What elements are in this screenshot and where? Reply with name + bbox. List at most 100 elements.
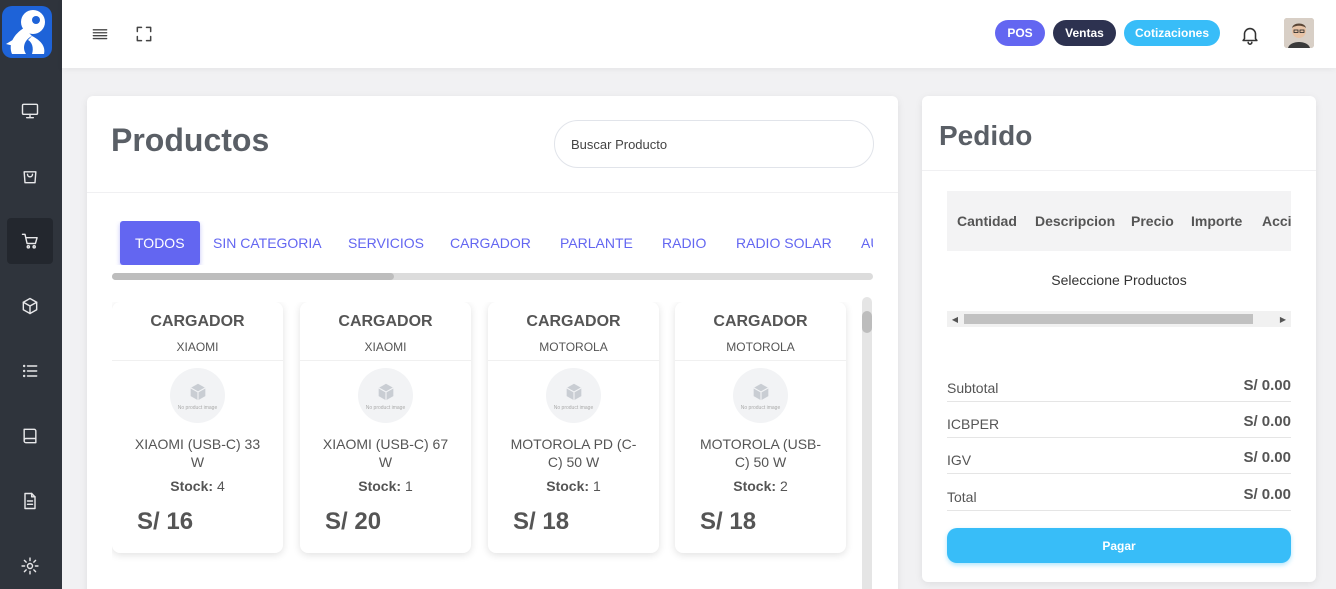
product-stock: Stock: 1 [300,478,471,494]
product-image-placeholder: No product image [170,368,225,423]
stock-label: Stock: [358,478,402,494]
divider [112,360,283,361]
product-grid-scrollbar-thumb[interactable] [862,311,872,333]
products-title: Productos [111,122,270,158]
icbper-row: ICBPER S/ 0.00 [947,402,1291,438]
stock-label: Stock: [546,478,590,494]
product-card[interactable]: CARGADOR MOTOROLA No product image MOTOR… [675,302,846,553]
product-card[interactable]: CARGADOR XIAOMI No product image XIAOMI … [300,302,471,553]
tab-cargador[interactable]: CARGADOR [450,221,531,265]
column-importe: Importe [1191,213,1243,229]
top-bar: POS Ventas Cotizaciones [62,0,1336,68]
product-price: S/ 20 [325,508,382,535]
total-label: Total [947,489,977,505]
igv-row: IGV S/ 0.00 [947,438,1291,474]
document-icon [24,492,36,510]
product-name: XIAOMI (USB-C) 33 W [134,436,261,470]
sidebar-item-book[interactable] [7,413,53,459]
column-precio: Precio [1131,213,1174,229]
scroll-right-icon[interactable]: ▶ [1276,311,1290,327]
menu-toggle-button[interactable] [88,22,112,46]
no-image-text: No product image [365,404,406,411]
pay-button[interactable]: Pagar [947,528,1291,563]
shopping-bag-icon [23,171,37,184]
ventas-button[interactable]: Ventas [1053,20,1116,46]
monitor-icon [21,103,39,119]
list-icon [22,364,38,378]
divider [922,170,1316,171]
stock-value: 1 [404,478,413,494]
empty-order-message: Seleccione Productos [1051,272,1187,288]
sidebar-item-products[interactable] [7,283,53,329]
sidebar-item-dashboard[interactable] [7,88,53,134]
product-price: S/ 16 [137,508,194,535]
category-tabs: TODOS SIN CATEGORIA SERVICIOS CARGADOR P… [112,221,873,265]
total-value: S/ 0.00 [1243,486,1291,503]
tabs-scrollbar[interactable] [112,273,873,280]
product-image-placeholder: No product image [733,368,788,423]
tab-radio[interactable]: RADIO [662,221,706,265]
fullscreen-button[interactable] [132,22,156,46]
box-icon [189,383,206,400]
box-icon [377,383,394,400]
product-brand: XIAOMI [176,340,219,354]
icbper-label: ICBPER [947,416,1000,432]
product-name: XIAOMI (USB-C) 67 W [322,436,449,470]
stock-label: Stock: [170,478,214,494]
product-stock: Stock: 2 [675,478,846,494]
tab-radio-solar[interactable]: RADIO SOLAR [736,221,832,265]
scroll-left-icon[interactable]: ◀ [948,311,962,327]
product-brand: MOTOROLA [726,340,795,354]
sidebar-item-purchases[interactable] [7,153,53,199]
pos-button[interactable]: POS [995,20,1045,46]
fullscreen-icon [136,26,152,42]
column-cantidad: Cantidad [957,213,1017,229]
order-table-scrollbar[interactable]: ◀ ▶ [947,311,1291,327]
tab-servicios[interactable]: SERVICIOS [348,221,424,265]
subtotal-label: Subtotal [947,380,999,396]
tab-sin-categoria[interactable]: SIN CATEGORIA [213,221,322,265]
no-image-text: No product image [177,404,218,411]
tabs-scrollbar-thumb[interactable] [112,273,394,280]
sidebar-item-settings[interactable] [7,543,53,589]
sidebar-item-pos[interactable] [7,218,53,264]
divider [675,360,846,361]
box-icon [565,383,582,400]
product-stock: Stock: 1 [488,478,659,494]
product-image-placeholder: No product image [546,368,601,423]
tab-todos[interactable]: TODOS [120,221,200,265]
product-price: S/ 18 [513,508,570,535]
product-brand: XIAOMI [364,340,407,354]
hamburger-icon [92,29,108,40]
book-icon [23,428,37,444]
box-icon [22,297,38,315]
order-table-scrollbar-thumb[interactable] [964,314,1253,324]
cotizaciones-button[interactable]: Cotizaciones [1124,20,1220,46]
product-search-input[interactable] [554,120,874,168]
product-grid-scrollbar[interactable] [862,297,872,589]
tab-more[interactable]: AU [861,221,873,265]
product-name: MOTOROLA (USB-C) 50 W [699,436,822,470]
product-card[interactable]: CARGADOR XIAOMI No product image XIAOMI … [112,302,283,553]
cart-icon [21,233,38,249]
order-title: Pedido [939,120,1033,151]
divider [87,192,898,193]
gear-icon [21,557,39,575]
user-avatar[interactable] [1284,18,1314,48]
sidebar [0,0,62,589]
icbper-value: S/ 0.00 [1243,413,1291,430]
igv-label: IGV [947,452,972,468]
app-logo[interactable] [2,6,52,58]
order-panel: Pedido Cantidad Descripcion Precio Impor… [922,96,1316,582]
order-table-header: Cantidad Descripcion Precio Importe Acci [947,191,1291,251]
product-price: S/ 18 [700,508,757,535]
subtotal-value: S/ 0.00 [1243,377,1291,394]
divider [947,473,1291,474]
products-panel: Productos TODOS SIN CATEGORIA SERVICIOS … [87,96,898,589]
sidebar-item-documents[interactable] [7,478,53,524]
product-card[interactable]: CARGADOR MOTOROLA No product image MOTOR… [488,302,659,553]
notifications-button[interactable] [1239,24,1261,46]
stock-value: 2 [779,478,788,494]
tab-parlante[interactable]: PARLANTE [560,221,633,265]
sidebar-item-list[interactable] [7,348,53,394]
